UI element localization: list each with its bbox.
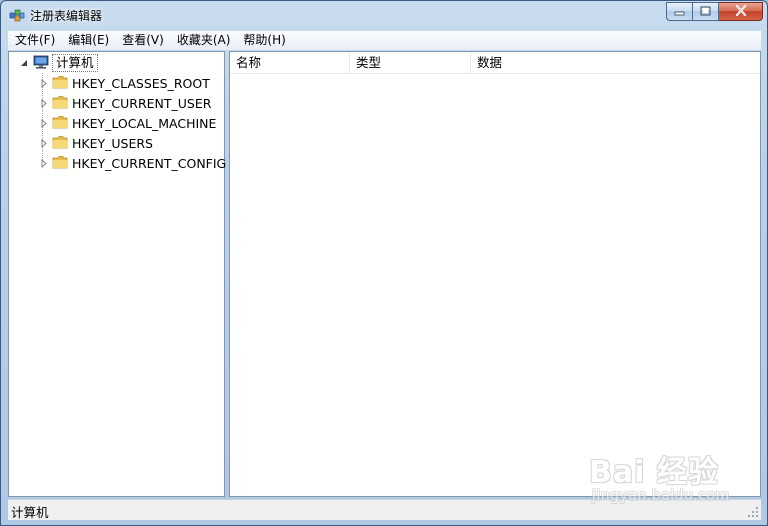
column-header-name[interactable]: 名称 — [230, 52, 350, 74]
tree-root-label: 计算机 — [52, 54, 98, 72]
tree-node-hkcr[interactable]: HKEY_CLASSES_ROOT — [39, 73, 210, 93]
menu-edit[interactable]: 编辑(E) — [61, 31, 115, 50]
baidu-jingyan-watermark: Bai 经验 jingyan.baidu.com — [589, 447, 739, 509]
tree-key-label: HKEY_CURRENT_CONFIG — [72, 155, 227, 171]
resize-grip-icon[interactable] — [747, 506, 759, 518]
tree-node-hku[interactable]: HKEY_USERS — [39, 133, 153, 153]
folder-icon — [52, 135, 68, 152]
tree-key-label: HKEY_CLASSES_ROOT — [72, 75, 210, 91]
expand-arrow-icon[interactable] — [39, 78, 49, 88]
tree-key-label: HKEY_CURRENT_USER — [72, 95, 212, 111]
menu-file[interactable]: 文件(F) — [8, 31, 61, 50]
folder-icon — [52, 75, 68, 92]
folder-icon — [52, 155, 68, 172]
status-path: 计算机 — [11, 505, 49, 520]
collapse-arrow-icon[interactable] — [19, 58, 29, 68]
tree-key-label: HKEY_USERS — [72, 135, 153, 151]
expand-arrow-icon[interactable] — [39, 98, 49, 108]
close-icon — [735, 4, 747, 19]
maximize-button[interactable] — [693, 2, 719, 21]
expand-arrow-icon[interactable] — [39, 158, 49, 168]
expand-arrow-icon[interactable] — [39, 118, 49, 128]
caption-buttons — [666, 2, 763, 21]
list-header: 名称 类型 数据 — [230, 52, 760, 74]
expand-arrow-icon[interactable] — [39, 138, 49, 148]
maximize-icon — [700, 5, 711, 19]
registry-tree[interactable]: 计算机 HKEY_CLASSES_ROOT HKEY_CURRENT_USER — [8, 51, 226, 497]
window-title: 注册表编辑器 — [30, 9, 103, 23]
folder-icon — [52, 95, 68, 112]
watermark-logo: Bai 经验 — [589, 455, 719, 490]
tree-node-computer[interactable]: 计算机 — [19, 53, 98, 73]
title-bar[interactable]: 注册表编辑器 — [1, 1, 767, 29]
menu-help[interactable]: 帮助(H) — [236, 31, 291, 50]
regedit-icon — [9, 7, 25, 23]
folder-icon — [52, 115, 68, 132]
watermark-url: jingyan.baidu.com — [592, 488, 730, 504]
column-header-type[interactable]: 类型 — [350, 52, 471, 74]
minimize-button[interactable] — [666, 2, 693, 21]
computer-icon — [33, 55, 49, 72]
menu-bar: 文件(F) 编辑(E) 查看(V) 收藏夹(A) 帮助(H) — [8, 31, 761, 50]
close-button[interactable] — [719, 2, 763, 21]
registry-editor-window: 注册表编辑器 文件(F) 编辑(E) 查看(V) 收藏夹(A) 帮助(H) 计算… — [0, 0, 768, 526]
tree-node-hklm[interactable]: HKEY_LOCAL_MACHINE — [39, 113, 216, 133]
tree-key-label: HKEY_LOCAL_MACHINE — [72, 115, 217, 131]
menu-view[interactable]: 查看(V) — [115, 31, 170, 50]
column-header-data[interactable]: 数据 — [471, 52, 760, 74]
values-list[interactable]: 名称 类型 数据 — [229, 51, 761, 497]
tree-node-hkcc[interactable]: HKEY_CURRENT_CONFIG — [39, 153, 226, 173]
tree-node-hkcu[interactable]: HKEY_CURRENT_USER — [39, 93, 211, 113]
minimize-icon — [674, 5, 685, 19]
menu-favorites[interactable]: 收藏夹(A) — [170, 31, 237, 50]
